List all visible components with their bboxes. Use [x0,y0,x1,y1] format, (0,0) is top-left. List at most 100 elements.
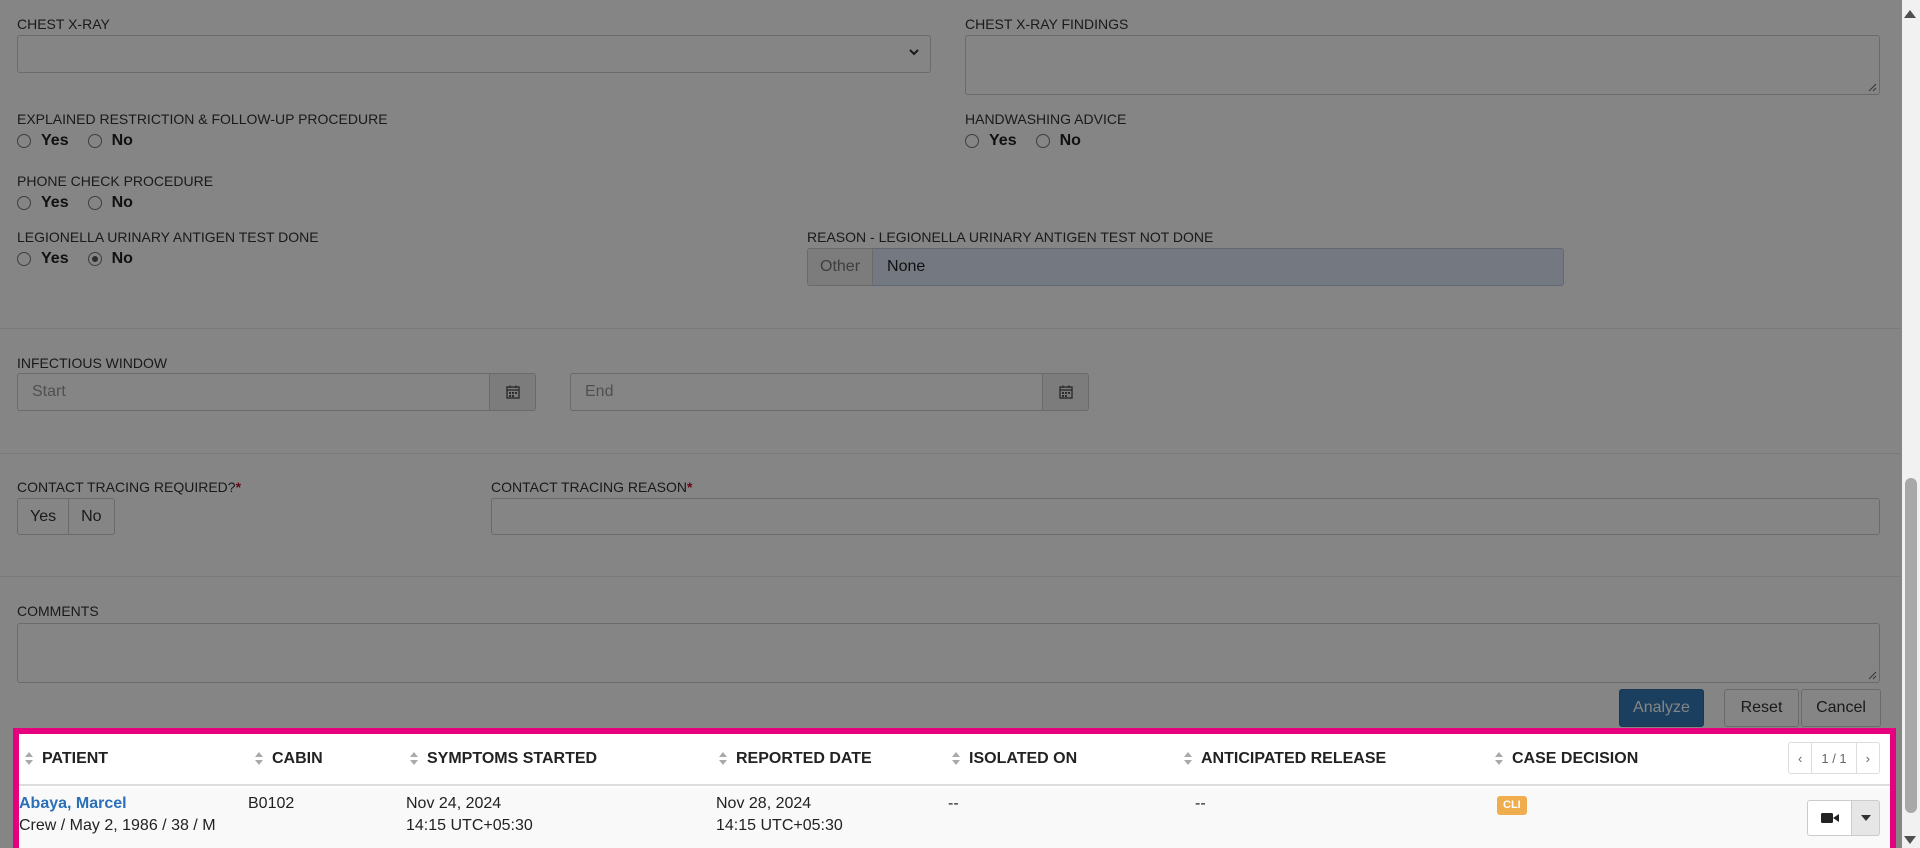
legionella-label: LEGIONELLA URINARY ANTIGEN TEST DONE [17,229,319,245]
pager-prev-button[interactable]: ‹ [1789,743,1811,773]
infectious-window-end-input[interactable]: End [570,373,1042,411]
reported-time: 14:15 UTC+05:30 [716,817,843,834]
infectious-window-start-input[interactable]: Start [17,373,489,411]
contact-tracing-required-label: CONTACT TRACING REQUIRED?* [17,479,241,495]
sort-icon [410,752,418,766]
section-divider [0,328,1900,329]
table-header: PATIENT CABIN SYMPTOMS STARTED REPORTED … [19,734,1890,786]
column-header-patient[interactable]: PATIENT [25,750,108,768]
infectious-window-end: End [570,373,1089,411]
column-header-label: PATIENT [42,750,109,767]
case-decision-badge: CLI [1497,796,1527,815]
column-header-case-decision[interactable]: CASE DECISION [1495,750,1638,768]
handwashing-radio-group: Yes No [965,132,1100,150]
explained-restriction-yes-radio[interactable] [17,134,31,148]
legionella-reason-label: REASON - LEGIONELLA URINARY ANTIGEN TEST… [807,229,1214,245]
caret-down-icon[interactable] [1852,800,1880,836]
radio-label-yes: Yes [41,132,69,149]
comments-label: COMMENTS [17,603,99,619]
table-pager: ‹ 1 / 1 › [1788,742,1880,774]
calendar-icon[interactable] [1042,373,1089,411]
pager-next-button[interactable]: › [1855,743,1879,773]
scroll-up-arrow-icon[interactable] [1904,10,1916,18]
video-camera-icon[interactable] [1807,800,1852,836]
comments-textarea[interactable] [17,623,1880,683]
column-header-anticipated-release[interactable]: ANTICIPATED RELEASE [1184,750,1386,768]
sort-icon [255,752,263,766]
contact-tracing-toggle: Yes No [17,498,115,535]
contact-tracing-no-button[interactable]: No [69,498,115,535]
legionella-reason-input-group: Other None [807,248,1564,286]
sort-icon [952,752,960,766]
resize-handle-icon[interactable] [1867,82,1877,92]
calendar-icon[interactable] [489,373,536,411]
column-header-isolated-on[interactable]: ISOLATED ON [952,750,1077,768]
contact-tracing-reason-label: CONTACT TRACING REASON* [491,479,692,495]
reported-date-cell: Nov 28, 2024 14:15 UTC+05:30 [716,793,843,837]
explained-restriction-radio-group: Yes No [17,132,152,150]
legionella-yes-radio[interactable] [17,252,31,266]
cancel-button[interactable]: Cancel [1801,689,1881,727]
column-header-symptoms-started[interactable]: SYMPTOMS STARTED [410,750,597,768]
handwashing-label: HANDWASHING ADVICE [965,111,1127,127]
chest-xray-select[interactable] [17,35,931,73]
phone-check-no-radio[interactable] [87,196,102,210]
column-header-label: SYMPTOMS STARTED [427,750,598,767]
section-divider [0,576,1900,577]
radio-label-no: No [111,194,133,211]
contact-tracing-yes-button[interactable]: Yes [17,498,70,535]
column-header-label: CABIN [272,750,323,767]
contact-tracing-reason-text: CONTACT TRACING REASON [491,479,688,495]
required-mark: * [687,479,693,495]
symptoms-started-cell: Nov 24, 2024 14:15 UTC+05:30 [406,793,533,837]
patient-cell: Abaya, Marcel Crew / May 2, 1986 / 38 / … [19,793,216,837]
handwashing-no-radio[interactable] [1035,134,1050,148]
page-scrollbar[interactable] [1902,0,1920,848]
radio-label-no: No [111,250,133,267]
radio-label-yes: Yes [989,132,1017,149]
symptoms-time: 14:15 UTC+05:30 [406,817,533,834]
scrollbar-thumb[interactable] [1905,478,1917,813]
radio-label-no: No [1059,132,1081,149]
radio-label-yes: Yes [41,194,69,211]
required-mark: * [235,479,242,495]
symptoms-date: Nov 24, 2024 [406,795,502,812]
isolated-on-cell: -- [948,795,959,812]
patient-name-link[interactable]: Abaya, Marcel [19,793,216,815]
section-divider [0,453,1900,454]
legionella-no-radio[interactable] [87,252,102,266]
row-actions [1807,800,1880,836]
handwashing-yes-radio[interactable] [965,134,979,148]
infectious-window-start: Start [17,373,536,411]
scroll-down-arrow-icon[interactable] [1904,836,1916,844]
anticipated-release-cell: -- [1195,795,1206,812]
phone-check-label: PHONE CHECK PROCEDURE [17,173,214,189]
contact-tracing-reason-input[interactable] [491,498,1880,535]
legionella-reason-select[interactable]: None [873,248,1564,286]
chest-xray-findings-textarea[interactable] [965,35,1880,95]
chest-xray-findings-label: CHEST X-RAY FINDINGS [965,16,1129,32]
column-header-reported-date[interactable]: REPORTED DATE [719,750,872,768]
table-row[interactable]: Abaya, Marcel Crew / May 2, 1986 / 38 / … [19,788,1890,848]
chest-xray-label: CHEST X-RAY [17,16,110,32]
column-header-label: ISOLATED ON [969,750,1078,767]
sort-icon [1495,752,1503,766]
column-header-label: REPORTED DATE [736,750,872,767]
patient-details: Crew / May 2, 1986 / 38 / M [19,817,216,834]
analyze-button[interactable]: Analyze [1619,689,1704,727]
reported-date: Nov 28, 2024 [716,795,812,812]
case-decision-cell: CLI [1497,793,1527,815]
contact-tracing-required-text: CONTACT TRACING REQUIRED? [17,479,236,495]
cabin-cell: B0102 [248,795,295,812]
sort-icon [1184,752,1192,766]
column-header-cabin[interactable]: CABIN [255,750,323,768]
explained-restriction-no-radio[interactable] [87,134,102,148]
sort-icon [25,752,33,766]
reset-button[interactable]: Reset [1724,689,1799,727]
patient-table-panel: PATIENT CABIN SYMPTOMS STARTED REPORTED … [13,728,1896,848]
pager-page-indicator: 1 / 1 [1811,743,1855,773]
phone-check-yes-radio[interactable] [17,196,31,210]
column-header-label: CASE DECISION [1512,750,1639,767]
radio-label-yes: Yes [41,250,69,267]
resize-handle-icon[interactable] [1867,670,1877,680]
